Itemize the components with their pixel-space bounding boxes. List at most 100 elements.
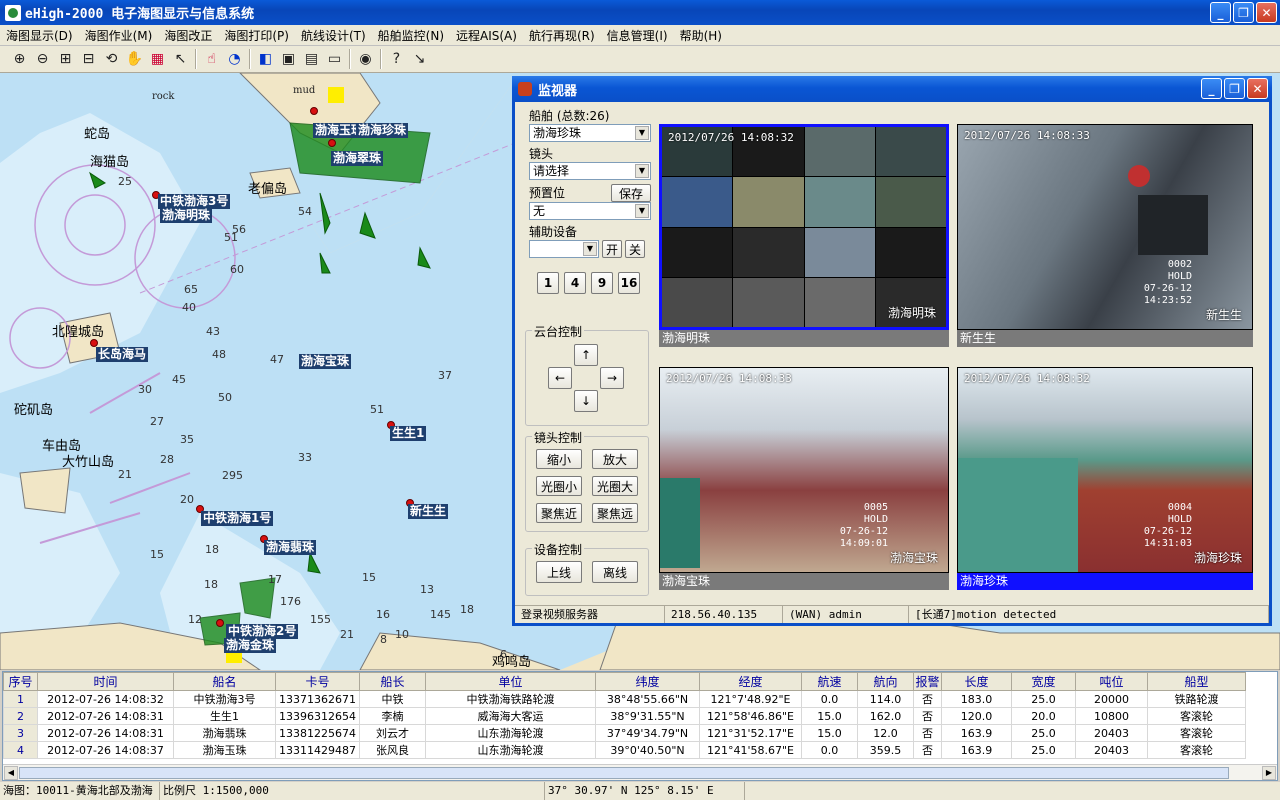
record-icon[interactable]: ▣ bbox=[277, 48, 300, 70]
menu-help[interactable]: 帮助(H) bbox=[674, 27, 728, 44]
online-button[interactable]: 上线 bbox=[536, 561, 582, 583]
menu-chart-correction[interactable]: 海图改正 bbox=[158, 27, 218, 44]
menu-info-management[interactable]: 信息管理(I) bbox=[601, 27, 674, 44]
iris-close-button[interactable]: 光圈小 bbox=[536, 476, 582, 496]
focus-near-button[interactable]: 聚焦近 bbox=[536, 503, 582, 523]
eye-icon[interactable]: ◉ bbox=[354, 48, 377, 70]
video-feed-2[interactable]: 2012/07/26 14:08:33 0002 HOLD 07-26-12 1… bbox=[957, 124, 1253, 330]
menu-chart-print[interactable]: 海图打印(P) bbox=[218, 27, 295, 44]
column-header[interactable]: 船型 bbox=[1147, 672, 1246, 691]
layout-16-button[interactable]: 16 bbox=[618, 272, 640, 294]
ship-label[interactable]: 渤海珍珠 bbox=[356, 123, 409, 138]
horizontal-scrollbar[interactable]: ◀ ▶ bbox=[3, 764, 1277, 780]
menu-voyage-replay[interactable]: 航行再现(R) bbox=[523, 27, 601, 44]
ship-label[interactable]: 渤海金珠 bbox=[224, 638, 277, 653]
layers-icon[interactable]: ◧ bbox=[254, 48, 277, 70]
zoom-in-icon[interactable]: ⊕ bbox=[8, 48, 31, 70]
ship-marker[interactable] bbox=[90, 339, 98, 347]
maximize-button[interactable]: ❐ bbox=[1233, 2, 1254, 23]
column-header[interactable]: 卡号 bbox=[275, 672, 360, 691]
chevron-down-icon[interactable]: ▼ bbox=[635, 126, 649, 140]
menu-route-design[interactable]: 航线设计(T) bbox=[295, 27, 372, 44]
lens-select[interactable]: 请选择 ▼ bbox=[529, 162, 651, 180]
scrollbar-thumb[interactable] bbox=[19, 767, 1229, 779]
aux-device-select[interactable]: ▼ bbox=[529, 240, 599, 258]
ship-label[interactable]: 中铁渤海2号 bbox=[226, 624, 299, 639]
monitor-close-button[interactable]: ✕ bbox=[1247, 78, 1268, 99]
zoom-out-icon[interactable]: ⊖ bbox=[31, 48, 54, 70]
ship-label[interactable]: 生生1 bbox=[390, 426, 427, 441]
video-feed-3[interactable]: 2012/07/26 14:08:33 0005 HOLD 07-26-12 1… bbox=[659, 367, 949, 573]
pan-hand-icon[interactable]: ✋ bbox=[123, 48, 146, 70]
table-row[interactable]: 1 2012-07-26 14:08:32 中铁渤海3号 13371362671 中铁中… bbox=[3, 690, 1246, 708]
menu-ship-monitor[interactable]: 船舶监控(N) bbox=[372, 27, 450, 44]
menu-chart-work[interactable]: 海图作业(M) bbox=[79, 27, 159, 44]
minimize-button[interactable]: _ bbox=[1210, 2, 1231, 23]
ship-label[interactable]: 渤海翠珠 bbox=[331, 151, 384, 166]
scroll-left-icon[interactable]: ◀ bbox=[4, 766, 18, 780]
close-button[interactable]: ✕ bbox=[1256, 2, 1277, 23]
ship-marker[interactable] bbox=[310, 107, 318, 115]
column-header[interactable]: 宽度 bbox=[1011, 672, 1076, 691]
ptz-up-button[interactable]: ↑ bbox=[574, 344, 598, 366]
select-arrow-icon[interactable]: ↖ bbox=[169, 48, 192, 70]
column-header[interactable]: 船名 bbox=[173, 672, 276, 691]
zoom-window-icon[interactable]: ⊞ bbox=[54, 48, 77, 70]
video-feed-4[interactable]: 2012/07/26 14:08:32 0004 HOLD 07-26-12 1… bbox=[957, 367, 1253, 573]
zoom-out-button[interactable]: 缩小 bbox=[536, 449, 582, 469]
column-header[interactable]: 纬度 bbox=[595, 672, 700, 691]
aux-off-button[interactable]: 关 bbox=[625, 240, 645, 258]
video-feed-1[interactable]: 2012/07/26 14:08:32 渤海明珠 bbox=[659, 124, 949, 330]
column-header[interactable]: 吨位 bbox=[1075, 672, 1148, 691]
column-header[interactable]: 航向 bbox=[857, 672, 914, 691]
menu-remote-ais[interactable]: 远程AIS(A) bbox=[450, 27, 523, 44]
chevron-down-icon[interactable]: ▼ bbox=[635, 204, 649, 218]
help-icon[interactable]: ? bbox=[385, 48, 408, 70]
ptz-left-button[interactable]: ← bbox=[548, 367, 572, 389]
column-header[interactable]: 报警 bbox=[913, 672, 942, 691]
preset-save-button[interactable]: 保存 bbox=[611, 184, 651, 202]
column-header[interactable]: 时间 bbox=[37, 672, 174, 691]
column-header[interactable]: 船长 bbox=[359, 672, 426, 691]
ship-label[interactable]: 渤海翡珠 bbox=[264, 540, 317, 555]
palette-icon[interactable]: ▦ bbox=[146, 48, 169, 70]
refresh-icon[interactable]: ⟲ bbox=[100, 48, 123, 70]
preset-select[interactable]: 无 ▼ bbox=[529, 202, 651, 220]
iris-open-button[interactable]: 光圈大 bbox=[592, 476, 638, 496]
ship-label[interactable]: 新生生 bbox=[408, 504, 449, 519]
column-header[interactable]: 长度 bbox=[941, 672, 1012, 691]
ship-label[interactable]: 长岛海马 bbox=[96, 347, 149, 362]
focus-far-button[interactable]: 聚焦远 bbox=[592, 503, 638, 523]
compass-icon[interactable]: ◔ bbox=[223, 48, 246, 70]
window-icon[interactable]: ▭ bbox=[323, 48, 346, 70]
chevron-down-icon[interactable]: ▼ bbox=[635, 164, 649, 178]
ship-select[interactable]: 渤海珍珠 ▼ bbox=[529, 124, 651, 142]
ship-label[interactable]: 中铁渤海1号 bbox=[201, 511, 274, 526]
table-row[interactable]: 3 2012-07-26 14:08:31 渤海翡珠 13381225674 刘云才 山东… bbox=[3, 724, 1246, 742]
pointer-help-icon[interactable]: ↘ bbox=[408, 48, 431, 70]
monitor-minimize-button[interactable]: _ bbox=[1201, 78, 1222, 99]
chevron-down-icon[interactable]: ▼ bbox=[583, 242, 597, 256]
ptz-right-button[interactable]: → bbox=[600, 367, 624, 389]
layout-4-button[interactable]: 4 bbox=[564, 272, 586, 294]
column-header[interactable]: 单位 bbox=[425, 672, 596, 691]
menu-chart-display[interactable]: 海图显示(D) bbox=[0, 27, 79, 44]
table-row[interactable]: 2 2012-07-26 14:08:31 生生1 13396312654 李楠 威海海大… bbox=[3, 707, 1246, 725]
offline-button[interactable]: 离线 bbox=[592, 561, 638, 583]
aux-on-button[interactable]: 开 bbox=[602, 240, 622, 258]
ship-marker[interactable] bbox=[328, 139, 336, 147]
measure-hand-icon[interactable]: ☝ bbox=[200, 48, 223, 70]
layout-1-button[interactable]: 1 bbox=[537, 272, 559, 294]
monitor-maximize-button[interactable]: ❐ bbox=[1224, 78, 1245, 99]
column-header[interactable]: 经度 bbox=[699, 672, 802, 691]
ship-marker[interactable] bbox=[216, 619, 224, 627]
ship-label[interactable]: 渤海明珠 bbox=[160, 208, 213, 223]
layout-9-button[interactable]: 9 bbox=[591, 272, 613, 294]
column-header[interactable]: 航速 bbox=[801, 672, 858, 691]
table-row[interactable]: 4 2012-07-26 14:08:37 渤海玉珠 13311429487 张风良 山东… bbox=[3, 741, 1246, 759]
scroll-right-icon[interactable]: ▶ bbox=[1262, 766, 1276, 780]
ptz-down-button[interactable]: ↓ bbox=[574, 390, 598, 412]
grid-icon[interactable]: ▤ bbox=[300, 48, 323, 70]
ship-label[interactable]: 渤海宝珠 bbox=[299, 354, 352, 369]
column-header[interactable]: 序号 bbox=[3, 672, 38, 691]
